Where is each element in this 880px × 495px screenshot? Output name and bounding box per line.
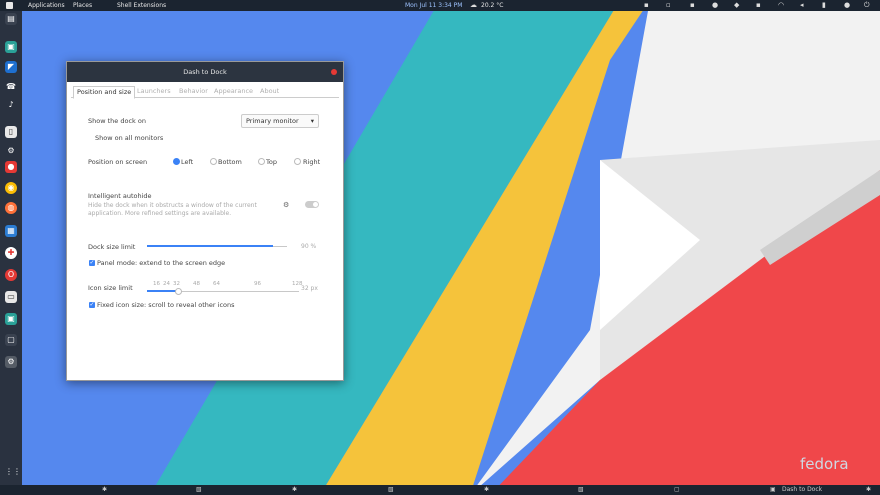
phone-icon[interactable]: ☎ [5, 81, 17, 93]
app-icon-teal[interactable]: ▣ [5, 41, 17, 53]
app-icon-teal-2[interactable]: ▣ [5, 313, 17, 325]
top-panel: Applications Places Shell Extensions Mon… [0, 0, 880, 11]
tab-position-and-size[interactable]: Position and size [73, 86, 136, 99]
dock: ▤ ▣ ◤ ☎ ♪ ▯ ⚙ ● ◉ ◍ ▦ ✚ O ▭ ▣ ▢ ⚙ ⋮⋮ [0, 11, 22, 485]
battery-icon[interactable]: ▮ [822, 0, 826, 11]
tab-appearance[interactable]: Appearance [214, 86, 253, 97]
radio-bottom[interactable] [210, 158, 217, 165]
radio-top[interactable] [258, 158, 265, 165]
tab-bar: Position and size Launchers Behavior App… [71, 86, 339, 99]
fixed-icon-label[interactable]: Fixed icon size: scroll to reveal other … [97, 301, 235, 309]
show-all-monitors-label[interactable]: Show on all monitors [95, 134, 163, 142]
chrome-icon[interactable]: ◉ [5, 182, 17, 194]
fixed-icon-checkbox[interactable]: ✓ [89, 302, 95, 308]
tray-icon-2[interactable]: ▫ [666, 0, 671, 11]
monitor-select-value: Primary monitor [246, 117, 299, 125]
app-icon-blue[interactable]: ▦ [5, 225, 17, 237]
autohide-description-2: application. More refined settings are a… [88, 210, 232, 217]
radio-bottom-label[interactable]: Bottom [218, 158, 242, 166]
taskbar-icon-4[interactable]: ▧ [388, 485, 394, 495]
taskbar-icon-8[interactable]: ✱ [866, 485, 871, 495]
shell-extensions-menu[interactable]: Shell Extensions [117, 0, 166, 11]
show-apps-icon[interactable]: ⋮⋮ [5, 466, 21, 478]
radio-right[interactable] [294, 158, 301, 165]
tray-icon-1[interactable]: ▪ [644, 0, 649, 11]
taskbar-active-window[interactable]: Dash to Dock [782, 485, 822, 495]
taskbar-icon-1[interactable]: ✱ [102, 485, 107, 495]
gear-icon[interactable]: ⚙ [5, 356, 17, 368]
bottom-panel: ✱ ▧ ✱ ▧ ✱ ▧ ▢ ▣ Dash to Dock ✱ [0, 485, 880, 495]
weather-icon[interactable]: ☁ [470, 0, 477, 11]
taskbar-icon-7[interactable]: ▢ [674, 485, 680, 495]
panel-mode-checkbox[interactable]: ✓ [89, 260, 95, 266]
audio-icon[interactable]: ♪ [5, 99, 17, 111]
icon-tick-16: 16 [153, 281, 160, 287]
autohide-settings-gear-icon[interactable]: ⚙ [283, 201, 289, 209]
dash-to-dock-window: Dash to Dock Position and size Launchers… [66, 61, 344, 381]
dock-size-value: 90 % [301, 243, 317, 250]
tab-launchers[interactable]: Launchers [137, 86, 171, 97]
taskbar-icon-6[interactable]: ▧ [578, 485, 584, 495]
position-label: Position on screen [88, 158, 148, 166]
firefox-icon[interactable]: ◍ [5, 202, 17, 214]
window-icon[interactable]: ▢ [5, 334, 17, 346]
taskbar-window-icon[interactable]: ▣ [770, 485, 776, 495]
photos-icon[interactable]: ✚ [5, 247, 17, 259]
weather-temperature[interactable]: 20.2 °C [481, 0, 503, 11]
wifi-icon[interactable]: ◠ [778, 0, 784, 11]
toggle-knob [313, 202, 318, 207]
clock[interactable]: Mon Jul 11 3:34 PM [405, 0, 462, 11]
tab-behavior[interactable]: Behavior [179, 86, 208, 97]
fedora-logo: fedora [800, 455, 849, 473]
panel-mode-label[interactable]: Panel mode: extend to the screen edge [97, 259, 225, 267]
taskbar-icon-5[interactable]: ✱ [484, 485, 489, 495]
radio-top-label[interactable]: Top [266, 158, 277, 166]
user-icon[interactable]: ● [844, 0, 850, 11]
places-menu[interactable]: Places [73, 0, 92, 11]
notes-icon[interactable]: ▭ [5, 291, 17, 303]
vscode-icon[interactable]: ◤ [5, 61, 17, 73]
autohide-toggle[interactable] [305, 201, 319, 208]
tray-icon-3[interactable]: ▪ [690, 0, 695, 11]
chevron-down-icon: ▾ [310, 117, 314, 125]
document-icon[interactable]: ▯ [5, 126, 17, 138]
record-icon[interactable]: ● [5, 161, 17, 173]
dock-size-label: Dock size limit [88, 243, 136, 251]
radio-left-label[interactable]: Left [181, 158, 193, 166]
taskbar-icon-3[interactable]: ✱ [292, 485, 297, 495]
icon-tick-48: 48 [193, 281, 200, 287]
volume-icon[interactable]: ◂ [800, 0, 804, 11]
icon-tick-96: 96 [254, 281, 261, 287]
files-icon[interactable]: ▤ [5, 13, 17, 25]
settings-app-icon[interactable]: ⚙ [5, 145, 17, 157]
close-icon[interactable] [331, 69, 337, 75]
icon-size-slider-handle[interactable] [175, 288, 182, 295]
tray-icon-4[interactable]: ● [712, 0, 718, 11]
taskbar-icon-2[interactable]: ▧ [196, 485, 202, 495]
icon-size-slider-fill [147, 290, 177, 292]
icon-tick-24: 24 [163, 281, 170, 287]
icon-tick-32: 32 [173, 281, 180, 287]
show-dock-on-label: Show the dock on [88, 117, 146, 125]
applications-menu[interactable]: Applications [28, 0, 65, 11]
radio-right-label[interactable]: Right [303, 158, 320, 166]
activities-icon[interactable] [6, 2, 13, 9]
autohide-description-1: Hide the dock when it obstructs a window… [88, 202, 257, 209]
icon-size-label: Icon size limit [88, 284, 133, 292]
power-icon[interactable]: ⏻ [864, 0, 870, 11]
radio-left[interactable] [173, 158, 180, 165]
tab-about[interactable]: About [260, 86, 279, 97]
dock-size-slider-fill [147, 245, 273, 247]
icon-size-value: 32 px [301, 285, 318, 292]
opera-icon[interactable]: O [5, 269, 17, 281]
autohide-title: Intelligent autohide [88, 192, 152, 200]
tray-icon-6[interactable]: ▪ [756, 0, 761, 11]
window-titlebar[interactable]: Dash to Dock [67, 62, 343, 82]
window-title: Dash to Dock [183, 68, 227, 76]
monitor-select[interactable]: Primary monitor ▾ [241, 114, 319, 128]
icon-tick-64: 64 [213, 281, 220, 287]
tray-icon-5[interactable]: ◆ [734, 0, 739, 11]
